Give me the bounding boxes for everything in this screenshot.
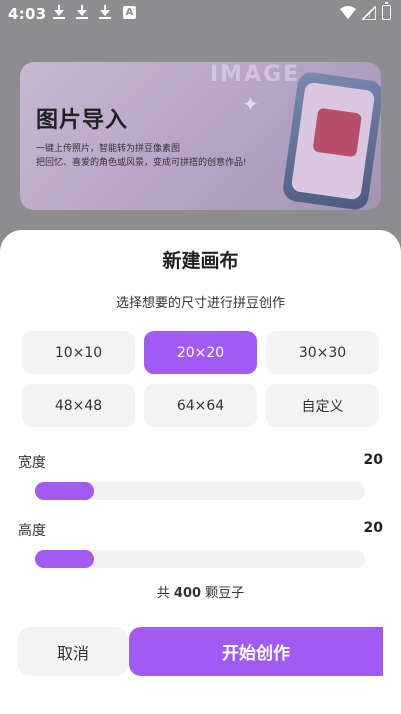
width-value: 20 bbox=[363, 452, 383, 468]
size-option-custom[interactable]: 自定义 bbox=[266, 384, 379, 427]
battery-icon bbox=[382, 2, 391, 20]
height-slider[interactable] bbox=[35, 550, 365, 568]
size-option-30x30[interactable]: 30×30 bbox=[266, 331, 379, 374]
banner-desc-line: 一键上传照片，智能转为拼豆像素图 bbox=[36, 144, 181, 154]
bead-total-suffix: 颗豆子 bbox=[205, 586, 245, 601]
pixel-bird-image bbox=[312, 107, 363, 158]
size-option-10x10[interactable]: 10×10 bbox=[22, 331, 135, 374]
download-icon bbox=[75, 4, 89, 20]
height-slider-fill[interactable] bbox=[35, 550, 94, 568]
height-label: 高度 bbox=[18, 523, 46, 539]
height-value: 20 bbox=[363, 520, 383, 536]
system-icons: ! bbox=[340, 2, 391, 20]
phone-illustration bbox=[281, 70, 381, 210]
wifi-icon bbox=[340, 6, 356, 19]
size-options-grid: 10×10 20×20 30×30 48×48 64×64 自定义 bbox=[22, 331, 379, 427]
signal-icon: ! bbox=[362, 5, 376, 20]
sparkle-icon: ✦ bbox=[242, 92, 259, 116]
status-bar: 4:03 A ! bbox=[0, 0, 401, 28]
bead-total-prefix: 共 bbox=[156, 586, 170, 601]
a-badge-icon: A bbox=[123, 5, 136, 19]
banner-watermark: IMAGE bbox=[210, 62, 301, 87]
width-slider-fill[interactable] bbox=[35, 482, 94, 500]
banner-title: 图片导入 bbox=[36, 108, 129, 133]
image-import-banner[interactable]: IMAGE ✦ 图片导入 一键上传照片，智能转为拼豆像素图 把回忆、喜爱的角色或… bbox=[20, 62, 381, 210]
banner-desc-line: 把回忆、喜爱的角色或风景，变成可拼搭的创意作品! bbox=[36, 158, 247, 168]
banner-description: 一键上传照片，智能转为拼豆像素图 把回忆、喜爱的角色或风景，变成可拼搭的创意作品… bbox=[36, 142, 247, 170]
sheet-title: 新建画布 bbox=[162, 250, 239, 272]
size-option-48x48[interactable]: 48×48 bbox=[22, 384, 135, 427]
start-creating-button[interactable]: 开始创作 bbox=[129, 627, 383, 676]
size-option-20x20[interactable]: 20×20 bbox=[144, 331, 257, 374]
size-option-64x64[interactable]: 64×64 bbox=[144, 384, 257, 427]
notification-icons: A bbox=[52, 4, 136, 20]
cancel-button[interactable]: 取消 bbox=[18, 627, 128, 676]
width-slider[interactable] bbox=[35, 482, 365, 500]
sheet-subtitle: 选择想要的尺寸进行拼豆创作 bbox=[115, 296, 285, 311]
download-icon bbox=[52, 4, 66, 20]
download-icon bbox=[98, 4, 112, 20]
status-time: 4:03 bbox=[8, 5, 47, 23]
bead-total: 共 400 颗豆子 bbox=[0, 582, 401, 601]
phone-screen bbox=[290, 81, 376, 201]
width-label: 宽度 bbox=[18, 455, 46, 471]
bead-total-count: 400 bbox=[173, 586, 202, 601]
new-canvas-sheet: 新建画布 选择想要的尺寸进行拼豆创作 10×10 20×20 30×30 48×… bbox=[0, 230, 401, 714]
svg-text:!: ! bbox=[368, 11, 371, 19]
